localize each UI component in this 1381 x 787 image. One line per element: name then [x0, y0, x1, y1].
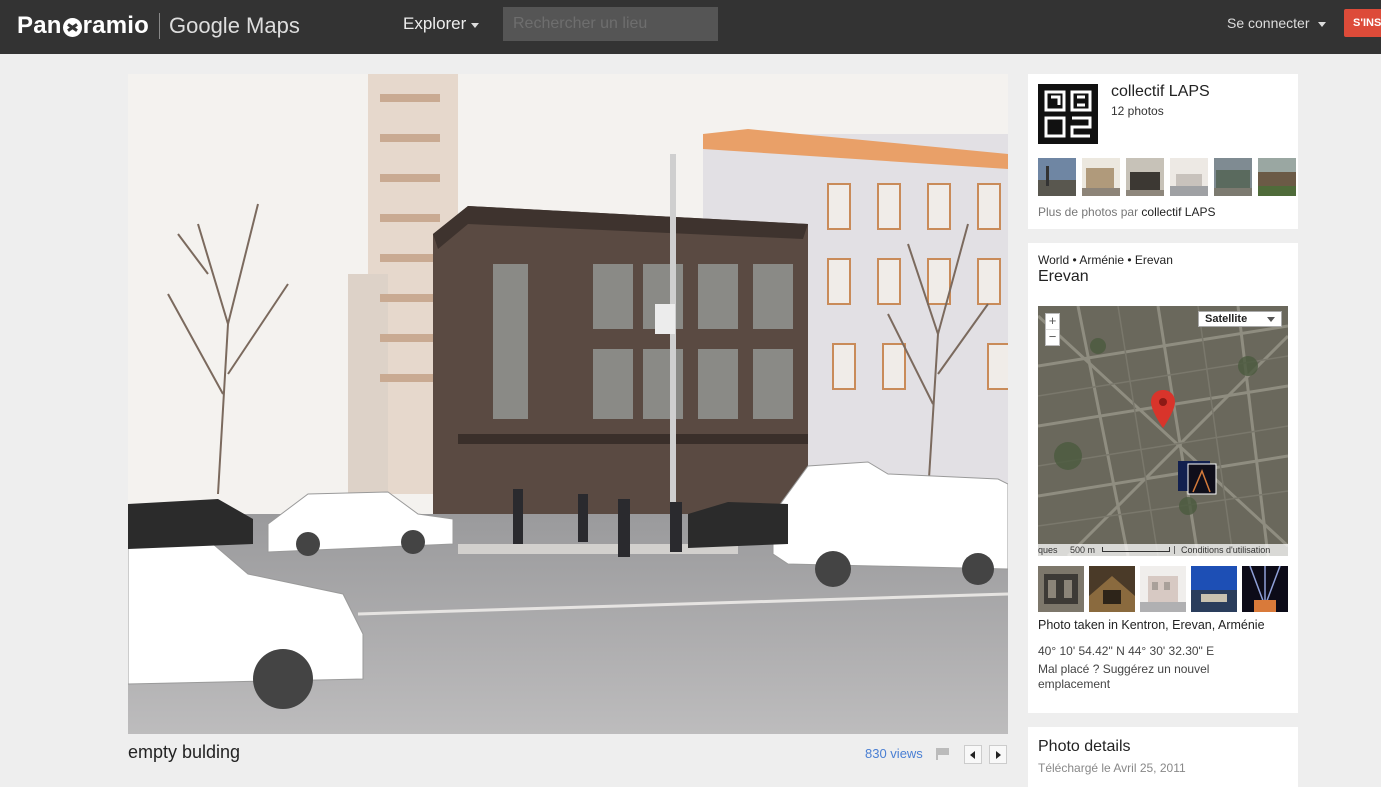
- location-map[interactable]: + − Satellite ques 500 m Conditions d'ut…: [1038, 306, 1288, 556]
- satellite-map-image: [1038, 306, 1288, 556]
- more-photos-prefix: Plus de photos par: [1038, 205, 1139, 219]
- map-pin-icon[interactable]: [1151, 390, 1175, 428]
- author-thumbnail[interactable]: [1082, 158, 1120, 196]
- more-photos-line: Plus de photos par collectif LAPS: [1038, 205, 1215, 219]
- map-scale-label: 500 m: [1070, 545, 1096, 555]
- map-type-label: Satellite: [1205, 313, 1248, 325]
- map-footer: ques 500 m Conditions d'utilisation: [1038, 544, 1288, 556]
- nearby-thumbnails: [1038, 566, 1288, 612]
- author-thumbnail[interactable]: [1214, 158, 1252, 196]
- author-thumbnail[interactable]: [1126, 158, 1164, 196]
- map-footer-left: ques: [1038, 545, 1058, 555]
- author-avatar[interactable]: [1038, 84, 1098, 144]
- map-type-select[interactable]: Satellite: [1198, 311, 1282, 327]
- next-photo-button[interactable]: [989, 745, 1007, 764]
- top-bar: Pan ramio Google Maps Explorer Se connect…: [0, 0, 1381, 54]
- nearby-thumbnail[interactable]: [1242, 566, 1288, 612]
- nearby-thumbnail[interactable]: [1089, 566, 1135, 612]
- location-card: World • Arménie • Erevan Erevan + − Sate…: [1028, 243, 1298, 713]
- map-terms-link[interactable]: Conditions d'utilisation: [1181, 544, 1270, 556]
- map-zoom-control: + −: [1045, 313, 1060, 346]
- previous-photo-button[interactable]: [964, 745, 982, 764]
- nearby-thumbnail[interactable]: [1038, 566, 1084, 612]
- author-photo-count: 12 photos: [1111, 104, 1164, 118]
- zoom-out-button[interactable]: −: [1046, 329, 1059, 345]
- photo-title-row: empty bulding 830 views: [128, 742, 1008, 766]
- more-photos-link[interactable]: collectif LAPS: [1141, 205, 1215, 219]
- search-input[interactable]: [503, 7, 718, 41]
- signin-label: Se connecter: [1227, 15, 1310, 31]
- logo-brand-start: Pan: [17, 12, 62, 39]
- photo-image: [128, 74, 1008, 734]
- zoom-in-button[interactable]: +: [1046, 314, 1059, 329]
- views-count[interactable]: 830 views: [865, 746, 923, 761]
- photo-coordinates: 40° 10' 54.42" N 44° 30' 32.30" E: [1038, 644, 1215, 658]
- author-thumbnail[interactable]: [1170, 158, 1208, 196]
- caret-down-icon: [1317, 21, 1326, 27]
- author-card: collectif LAPS 12 photos Plus de photos …: [1028, 74, 1298, 229]
- author-thumbnails: [1038, 158, 1298, 196]
- explore-menu[interactable]: Explorer: [403, 14, 480, 34]
- logo-product: Google Maps: [168, 13, 300, 38]
- prev-arrow-icon: [970, 751, 975, 759]
- nearby-thumbnail[interactable]: [1140, 566, 1186, 612]
- location-place[interactable]: Erevan: [1038, 268, 1089, 286]
- suggest-location-link[interactable]: Mal placé ? Suggérez un nouvel emplaceme…: [1038, 662, 1258, 692]
- caret-down-icon: [1267, 317, 1275, 322]
- author-thumbnail[interactable]: [1258, 158, 1296, 196]
- photo-details-card: Photo details Téléchargé le Avril 25, 20…: [1028, 727, 1298, 787]
- logo-divider: [158, 13, 160, 39]
- logo-brand-end: ramio: [82, 12, 149, 39]
- author-thumbnail[interactable]: [1038, 158, 1076, 196]
- uploaded-date: Téléchargé le Avril 25, 2011: [1038, 761, 1186, 775]
- signin-menu[interactable]: Se connecter: [1227, 15, 1326, 31]
- author-name[interactable]: collectif LAPS: [1111, 83, 1210, 101]
- next-arrow-icon: [996, 751, 1001, 759]
- photo-title: empty bulding: [128, 742, 241, 762]
- signup-button[interactable]: S'INS: [1344, 9, 1381, 37]
- location-breadcrumb[interactable]: World • Arménie • Erevan: [1038, 253, 1173, 267]
- explore-label: Explorer: [403, 14, 467, 33]
- map-footer-divider: [1174, 546, 1175, 554]
- panoramio-logo-icon: [62, 17, 82, 37]
- logo-wordmark: Pan ramio: [17, 12, 149, 40]
- panoramio-logo[interactable]: Pan ramio Google Maps: [17, 10, 300, 42]
- caret-down-icon: [471, 22, 480, 28]
- main-photo[interactable]: [128, 74, 1008, 734]
- flag-icon[interactable]: [936, 748, 949, 760]
- photo-taken-location[interactable]: Photo taken in Kentron, Erevan, Arménie: [1038, 618, 1265, 632]
- nearby-thumbnail[interactable]: [1191, 566, 1237, 612]
- map-scale-bar: [1102, 547, 1170, 552]
- photo-details-title: Photo details: [1038, 738, 1131, 755]
